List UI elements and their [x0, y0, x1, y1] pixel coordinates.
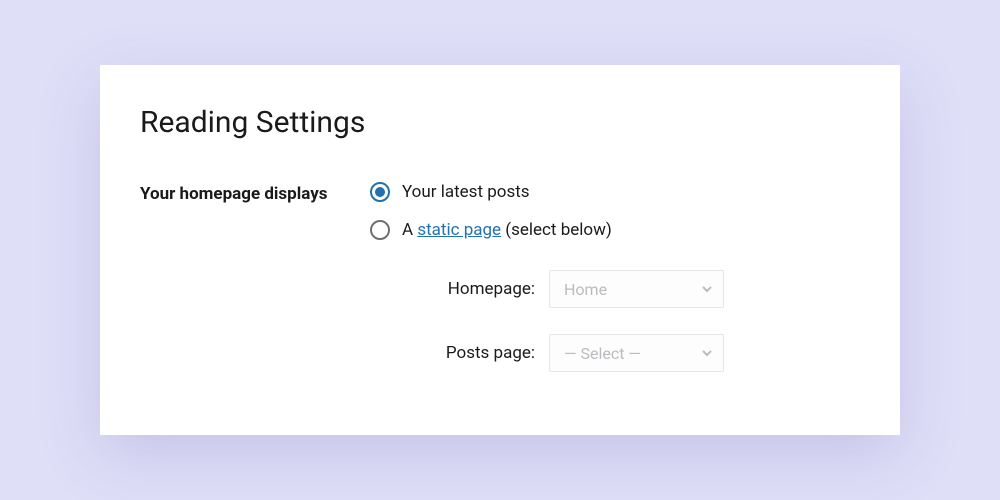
homepage-displays-row: Your homepage displays Your latest posts… — [140, 182, 860, 398]
options-column: Your latest posts A static page (select … — [370, 182, 860, 398]
homepage-select-label: Homepage: — [415, 279, 535, 299]
radio-option-latest-posts[interactable]: Your latest posts — [370, 182, 860, 202]
settings-card: Reading Settings Your homepage displays … — [100, 65, 900, 435]
radio-label: A static page (select below) — [402, 220, 612, 240]
radio-label: Your latest posts — [402, 182, 530, 202]
chevron-down-icon — [701, 283, 713, 295]
page-title: Reading Settings — [140, 105, 860, 140]
section-label: Your homepage displays — [140, 182, 370, 204]
select-value: — Select — — [564, 344, 641, 363]
postspage-select-row: Posts page: — Select — — [415, 334, 860, 372]
homepage-select-row: Homepage: Home — [415, 270, 860, 308]
postspage-select[interactable]: — Select — — [549, 334, 724, 372]
homepage-select[interactable]: Home — [549, 270, 724, 308]
radio-icon[interactable] — [370, 220, 390, 240]
radio-option-static-page[interactable]: A static page (select below) — [370, 220, 860, 240]
radio-icon[interactable] — [370, 182, 390, 202]
page-selects: Homepage: Home Posts page: — Select — — [415, 270, 860, 372]
select-value: Home — [564, 280, 607, 299]
postspage-select-label: Posts page: — [415, 343, 535, 363]
static-page-link[interactable]: static page — [417, 220, 501, 240]
chevron-down-icon — [701, 347, 713, 359]
